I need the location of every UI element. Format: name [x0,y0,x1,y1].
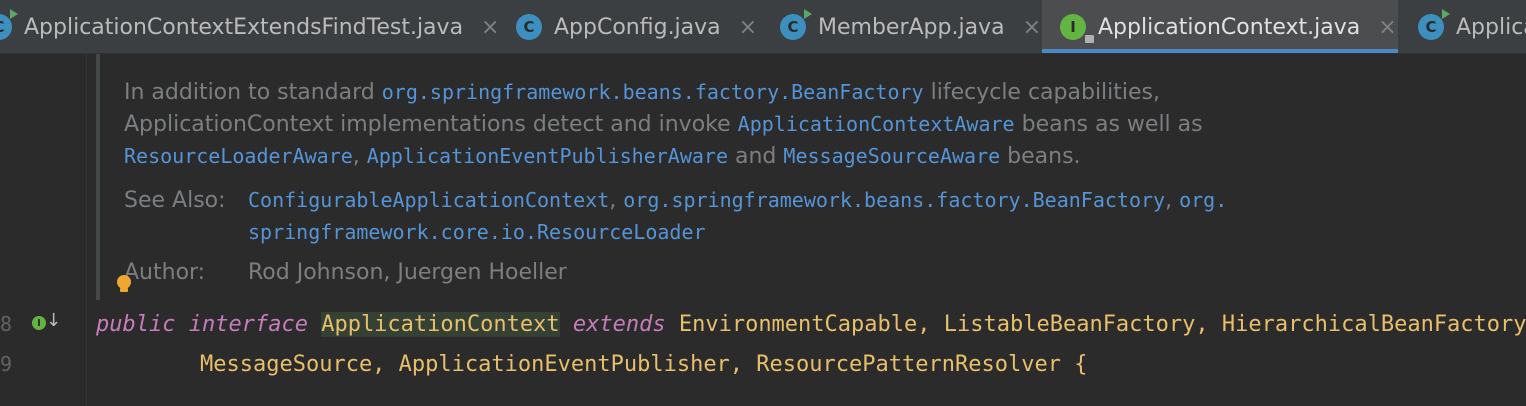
tab-application-context[interactable]: I ApplicationContext.java × [1042,0,1398,53]
javadoc-link[interactable]: ConfigurableApplicationContext [248,188,609,212]
javadoc-bar [96,54,100,300]
close-icon[interactable]: × [739,15,757,40]
line-number: 9 [0,352,13,376]
javadoc-line: ApplicationContext implementations detec… [124,112,1203,137]
javadoc-link[interactable]: ApplicationContextAware [738,112,1015,136]
javadoc-link[interactable]: org. [1179,188,1227,212]
run-badge-icon [1442,9,1450,19]
javadoc-text: , [609,188,624,213]
javadoc-text: ApplicationContext implementations detec… [124,112,738,137]
author-label: Author: [124,260,206,285]
javadoc-text: beans. [1000,144,1081,169]
run-badge-icon [10,9,18,19]
tab-label: MemberApp.java [818,14,1005,40]
keyword-extends: extends [572,312,666,337]
tab-label: ApplicationContext.java [1098,14,1361,40]
keyword-interface: interface [188,312,308,337]
run-badge-icon [804,9,812,19]
runnable-class-icon: C [780,9,812,40]
javadoc-line: In addition to standard org.springframew… [124,80,1160,105]
javadoc-link[interactable]: org.springframework.beans.factory.BeanFa… [382,80,924,104]
tab-member-app[interactable]: C MemberApp.java × [762,0,1041,53]
see-also-label: See Also: [124,188,226,213]
javadoc-line: ResourceLoaderAware, ApplicationEventPub… [124,144,1081,169]
javadoc-link[interactable]: ApplicationEventPublisherAware [367,144,728,168]
tab-label: AppConfig.java [554,14,721,40]
javadoc-text: , [1165,188,1180,213]
line-number: 8 [0,312,13,336]
javadoc-text: and [728,144,784,169]
javadoc-text: , [352,144,367,169]
keyword-public: public [96,312,176,337]
close-icon[interactable]: × [481,15,499,40]
tab-application-context-extends-find-test[interactable]: C ApplicationContextExtendsFindTest.java… [0,0,500,53]
class-icon: C [516,14,542,40]
javadoc-link[interactable]: MessageSourceAware [783,144,1000,168]
see-also-line: springframework.core.io.ResourceLoader [248,220,706,245]
see-also-line: ConfigurableApplicationContext, org.spri… [248,188,1227,213]
implementations-arrow-icon[interactable]: ↓ [46,310,61,331]
interface-icon[interactable]: I [32,316,46,330]
javadoc-text: beans as well as [1014,112,1203,137]
tab-app-config[interactable]: C AppConfig.java × [500,0,762,53]
extended-interfaces[interactable]: MessageSource, ApplicationEventPublisher… [200,352,1061,377]
javadoc-text: In addition to standard [124,80,382,105]
class-icon: C [1418,9,1450,40]
author-value: Rod Johnson, Juergen Hoeller [248,260,567,285]
code-line: public interface ApplicationContext exte… [96,312,1526,337]
javadoc-link[interactable]: springframework.core.io.ResourceLoader [248,220,706,244]
javadoc-text: lifecycle capabilities, [923,80,1161,105]
javadoc-link[interactable]: org.springframework.beans.factory.BeanFa… [623,188,1165,212]
extended-interfaces[interactable]: EnvironmentCapable, ListableBeanFactory,… [679,312,1526,337]
interface-icon: I [1060,14,1094,43]
close-icon[interactable]: × [1378,15,1396,40]
tab-applica-truncated[interactable]: C Applica [1400,0,1526,53]
code-line: MessageSource, ApplicationEventPublisher… [200,352,1087,377]
editor-tab-bar: C ApplicationContextExtendsFindTest.java… [0,0,1526,54]
tab-label: ApplicationContextExtendsFindTest.java [24,14,464,40]
interface-name[interactable]: ApplicationContext [321,312,560,337]
gutter-separator [86,54,87,406]
rendered-javadoc: In addition to standard org.springframew… [96,54,1526,310]
tab-label: Applica [1456,14,1526,40]
lightbulb-icon[interactable] [114,274,134,294]
code-editor[interactable]: In addition to standard org.springframew… [0,54,1526,406]
close-icon[interactable]: × [1023,15,1041,40]
javadoc-link[interactable]: ResourceLoaderAware [124,144,353,168]
class-icon: C [0,9,18,40]
opening-brace: { [1074,352,1088,377]
lock-icon [1085,35,1094,43]
